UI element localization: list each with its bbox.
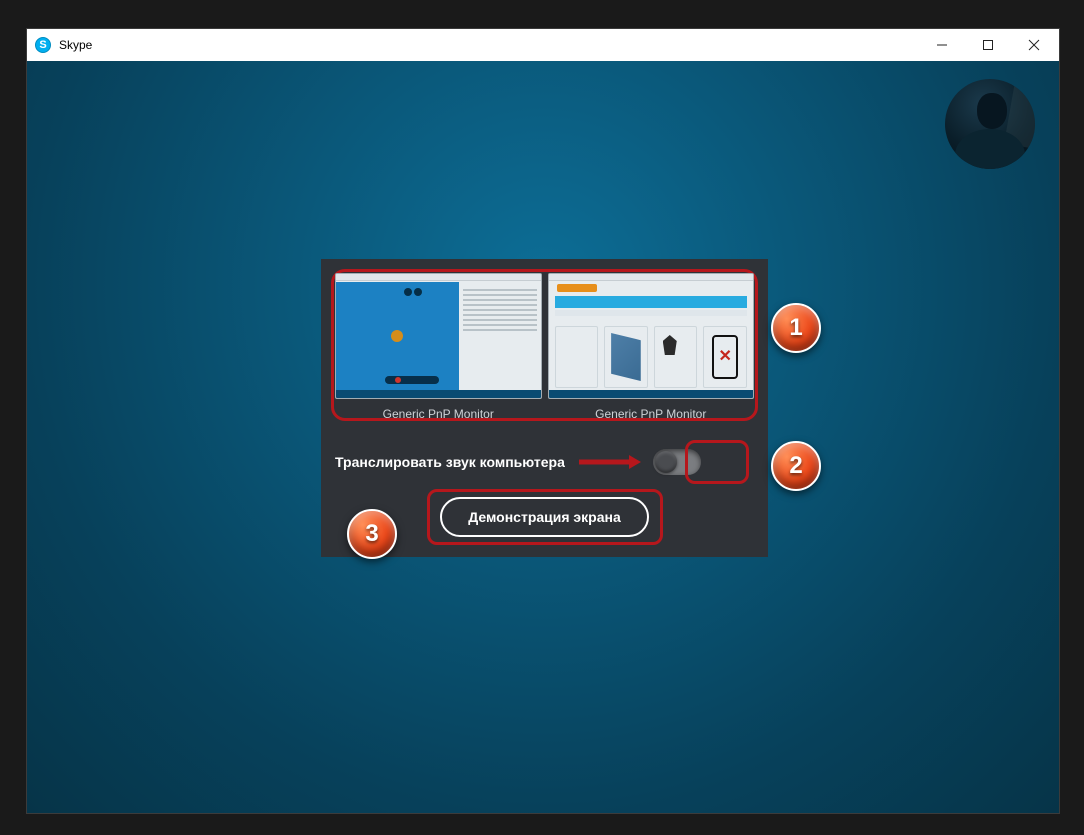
maximize-button[interactable] [965,30,1011,60]
window-title: Skype [59,38,92,52]
monitor-option-1[interactable]: Generic PnP Monitor [335,273,542,421]
start-screen-share-button[interactable]: Демонстрация экрана [440,497,649,537]
share-audio-toggle[interactable] [653,449,701,475]
skype-icon [35,37,51,53]
audio-toggle-row: Транслировать звук компьютера [335,449,754,475]
avatar[interactable] [945,79,1035,169]
monitor-option-2[interactable]: Generic PnP Monitor [548,273,755,421]
monitor-label: Generic PnP Monitor [595,407,706,421]
screen-share-dialog: Generic PnP Monitor Generic PnP Monitor [321,259,768,557]
close-button[interactable] [1011,30,1057,60]
monitor-list: Generic PnP Monitor Generic PnP Monitor [335,273,754,421]
window-controls [919,30,1057,60]
callout-badge-1: 1 [771,303,821,353]
monitor-label: Generic PnP Monitor [383,407,494,421]
audio-toggle-label: Транслировать звук компьютера [335,454,565,470]
arrow-right-icon [577,455,641,469]
call-area: Generic PnP Monitor Generic PnP Monitor [27,61,1059,813]
monitor-thumbnail [335,273,542,399]
minimize-button[interactable] [919,30,965,60]
callout-badge-2: 2 [771,441,821,491]
titlebar: Skype [27,29,1059,61]
app-window: Skype [26,28,1060,814]
action-row: Демонстрация экрана [335,497,754,537]
monitor-thumbnail [548,273,755,399]
